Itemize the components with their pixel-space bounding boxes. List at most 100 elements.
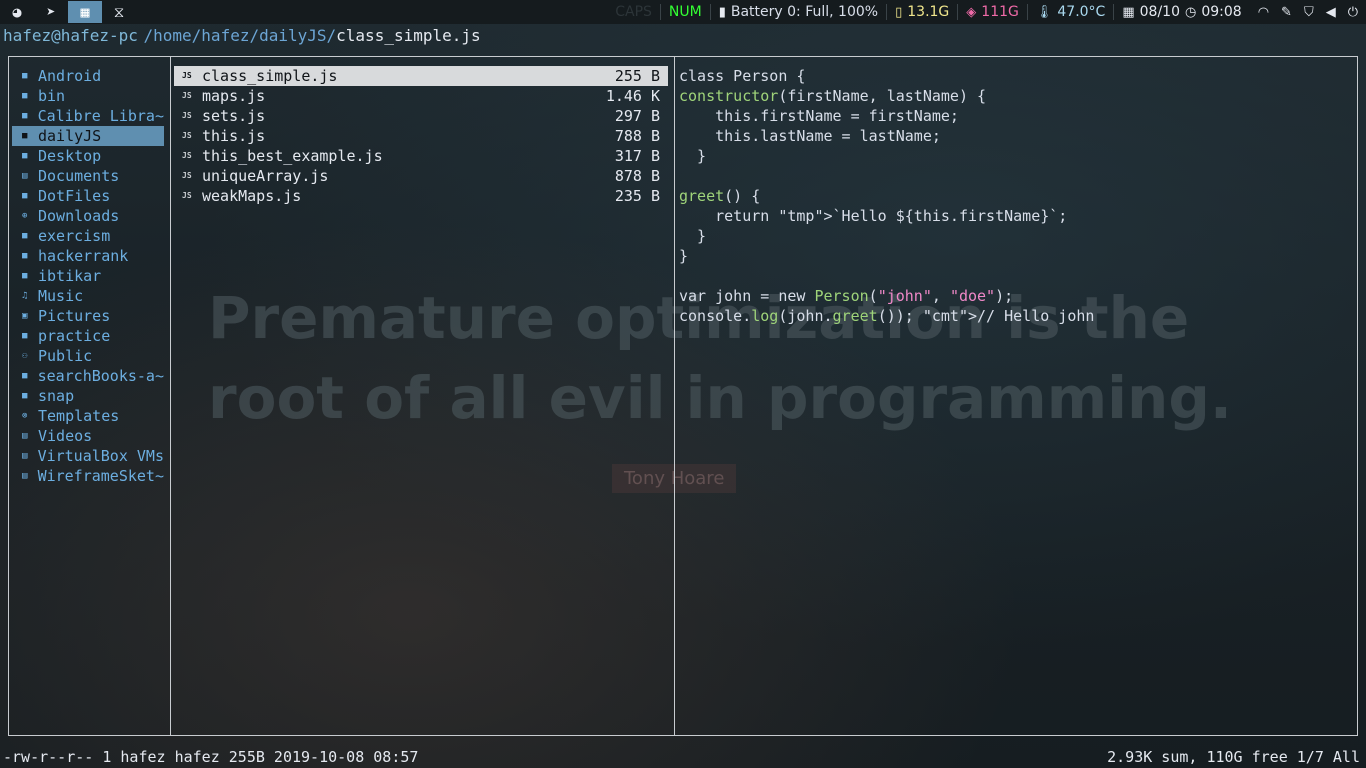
- directory-name: Downloads: [38, 207, 120, 225]
- directory-path: /home/hafez/dailyJS/: [143, 26, 337, 45]
- caps-lock-indicator: CAPS: [615, 4, 652, 20]
- directory-name: hackerrank: [38, 247, 129, 265]
- clock[interactable]: ▦ 08/10 ◷ 09:08: [1114, 0, 1249, 24]
- directory-item[interactable]: ▤ VirtualBox VMs: [12, 446, 164, 466]
- memory-status[interactable]: ▯ 13.1G: [887, 0, 957, 24]
- directory-item[interactable]: ♫ Music: [12, 286, 164, 306]
- battery-label: Battery 0: Full, 100%: [730, 4, 879, 20]
- temperature-label: 47.0°C: [1057, 4, 1106, 20]
- temperature-status[interactable]: 🌡 47.0°C: [1028, 0, 1113, 24]
- directory-item[interactable]: ⊗ Templates: [12, 406, 164, 426]
- user-host: hafez@hafez-pc: [3, 26, 138, 45]
- directory-item[interactable]: ▤ Documents: [12, 166, 164, 186]
- folder-icon: ▤: [22, 451, 28, 461]
- folder-icon: ■: [22, 91, 28, 101]
- directory-name: Templates: [38, 407, 120, 425]
- pin-icon[interactable]: ✎: [1281, 5, 1292, 20]
- file-preview: class Person { constructor (firstName, la…: [679, 66, 1094, 326]
- folder-icon: ▤: [22, 171, 28, 181]
- directory-summary: 2.93K sum, 110G free 1/7 All: [1107, 748, 1360, 766]
- file-name: weakMaps.js: [202, 187, 302, 205]
- disk-status[interactable]: ◈ 111G: [958, 0, 1027, 24]
- directory-item[interactable]: ▤ WireframeSket~: [12, 466, 164, 486]
- file-name: class_simple.js: [202, 67, 338, 85]
- js-file-icon: JS: [182, 151, 192, 160]
- file-item[interactable]: JS maps.js 1.46 K: [174, 86, 668, 106]
- directory-item[interactable]: ■ Calibre Libra~: [12, 106, 164, 126]
- folder-icon: ■: [22, 391, 28, 401]
- folder-icon: ■: [22, 251, 28, 261]
- directory-name: VirtualBox VMs: [37, 447, 164, 465]
- file-size: 878 B: [614, 167, 660, 185]
- file-name: uniqueArray.js: [202, 167, 329, 185]
- code-line: return "tmp" >`Hello ${this.firstName}`;: [679, 207, 1068, 225]
- directory-item[interactable]: ▤ Videos: [12, 426, 164, 446]
- code-line: console. log (john. greet ()); "cmt" >// Hell…: [679, 307, 1095, 325]
- file-size: 297 B: [614, 107, 660, 125]
- directory-item[interactable]: ■ DotFiles: [12, 186, 164, 206]
- directory-item[interactable]: ⊕ Downloads: [12, 206, 164, 226]
- js-file-icon: JS: [182, 91, 192, 100]
- wifi-icon[interactable]: ◠: [1258, 5, 1269, 20]
- file-item[interactable]: JS weakMaps.js 235 B: [174, 186, 668, 206]
- vscode-icon[interactable]: ⧖: [102, 1, 136, 23]
- file-item[interactable]: JS this_best_example.js 317 B: [174, 146, 668, 166]
- folder-icon: ⚇: [22, 351, 28, 361]
- directory-item[interactable]: ■ bin: [12, 86, 164, 106]
- file-size: 317 B: [614, 147, 660, 165]
- file-size: 788 B: [614, 127, 660, 145]
- time-label: 09:08: [1201, 4, 1242, 20]
- telegram-icon[interactable]: ➤: [34, 1, 68, 23]
- directory-name: bin: [38, 87, 66, 105]
- firefox-icon[interactable]: ◕: [0, 1, 34, 23]
- tray-icons: ◠ ✎ ⛉ ◀ ⏻: [1250, 0, 1366, 24]
- file-item[interactable]: JS class_simple.js 255 B: [174, 66, 668, 86]
- grid-icon[interactable]: ▦: [68, 1, 102, 23]
- directory-item[interactable]: ⚇ Public: [12, 346, 164, 366]
- battery-icon: ▮: [718, 4, 726, 20]
- folder-icon: ⊕: [22, 211, 28, 221]
- directory-item[interactable]: ■ ibtikar: [12, 266, 164, 286]
- power-icon[interactable]: ⏻: [1348, 5, 1358, 20]
- file-item[interactable]: JS uniqueArray.js 878 B: [174, 166, 668, 186]
- code-line: var john = new Person("john", "doe");: [679, 287, 1014, 305]
- battery-status[interactable]: ▮ Battery 0: Full, 100%: [711, 0, 886, 24]
- directory-name: exercism: [38, 227, 111, 245]
- memory-icon: ▯: [895, 4, 903, 20]
- status-bar: -rw-r--r-- 1 hafez hafez 255B 2019-10-08…: [0, 746, 1366, 768]
- file-name: sets.js: [202, 107, 266, 125]
- parent-directory-column: ■ Android ■ bin ■ Calibre Libra~ ■ dailyJS ■ Desk…: [12, 66, 164, 486]
- code-line: class Person {: [679, 67, 806, 85]
- directory-item[interactable]: ■ searchBooks-a~: [12, 366, 164, 386]
- folder-icon: ▣: [22, 311, 28, 321]
- js-file-icon: JS: [182, 171, 192, 180]
- file-item[interactable]: JS this.js 788 B: [174, 126, 668, 146]
- directory-name: Documents: [38, 167, 120, 185]
- directory-item[interactable]: ■ snap: [12, 386, 164, 406]
- directory-item[interactable]: ■ exercism: [12, 226, 164, 246]
- file-item[interactable]: JS sets.js 297 B: [174, 106, 668, 126]
- column-divider: [674, 57, 675, 735]
- folder-icon: ▤: [22, 471, 28, 481]
- directory-item[interactable]: ■ Android: [12, 66, 164, 86]
- directory-name: Public: [38, 347, 93, 365]
- file-list-column: JS class_simple.js 255 B JS maps.js 1.46 K JS s…: [174, 66, 668, 206]
- disk-icon: ◈: [966, 4, 977, 20]
- directory-item[interactable]: ■ Desktop: [12, 146, 164, 166]
- directory-name: Music: [38, 287, 84, 305]
- folder-icon: ■: [22, 131, 28, 141]
- folder-icon: ■: [22, 71, 28, 81]
- shield-icon[interactable]: ⛉: [1304, 5, 1314, 20]
- volume-icon[interactable]: ◀: [1326, 5, 1336, 20]
- directory-item[interactable]: ▣ Pictures: [12, 306, 164, 326]
- directory-item[interactable]: ■ hackerrank: [12, 246, 164, 266]
- directory-item[interactable]: ■ dailyJS: [12, 126, 164, 146]
- folder-icon: ♫: [22, 291, 28, 301]
- selected-file-name: class_simple.js: [336, 26, 481, 45]
- disk-label: 111G: [981, 4, 1019, 20]
- file-size: 255 B: [614, 67, 660, 85]
- directory-item[interactable]: ■ practice: [12, 326, 164, 346]
- directory-name: Videos: [38, 427, 93, 445]
